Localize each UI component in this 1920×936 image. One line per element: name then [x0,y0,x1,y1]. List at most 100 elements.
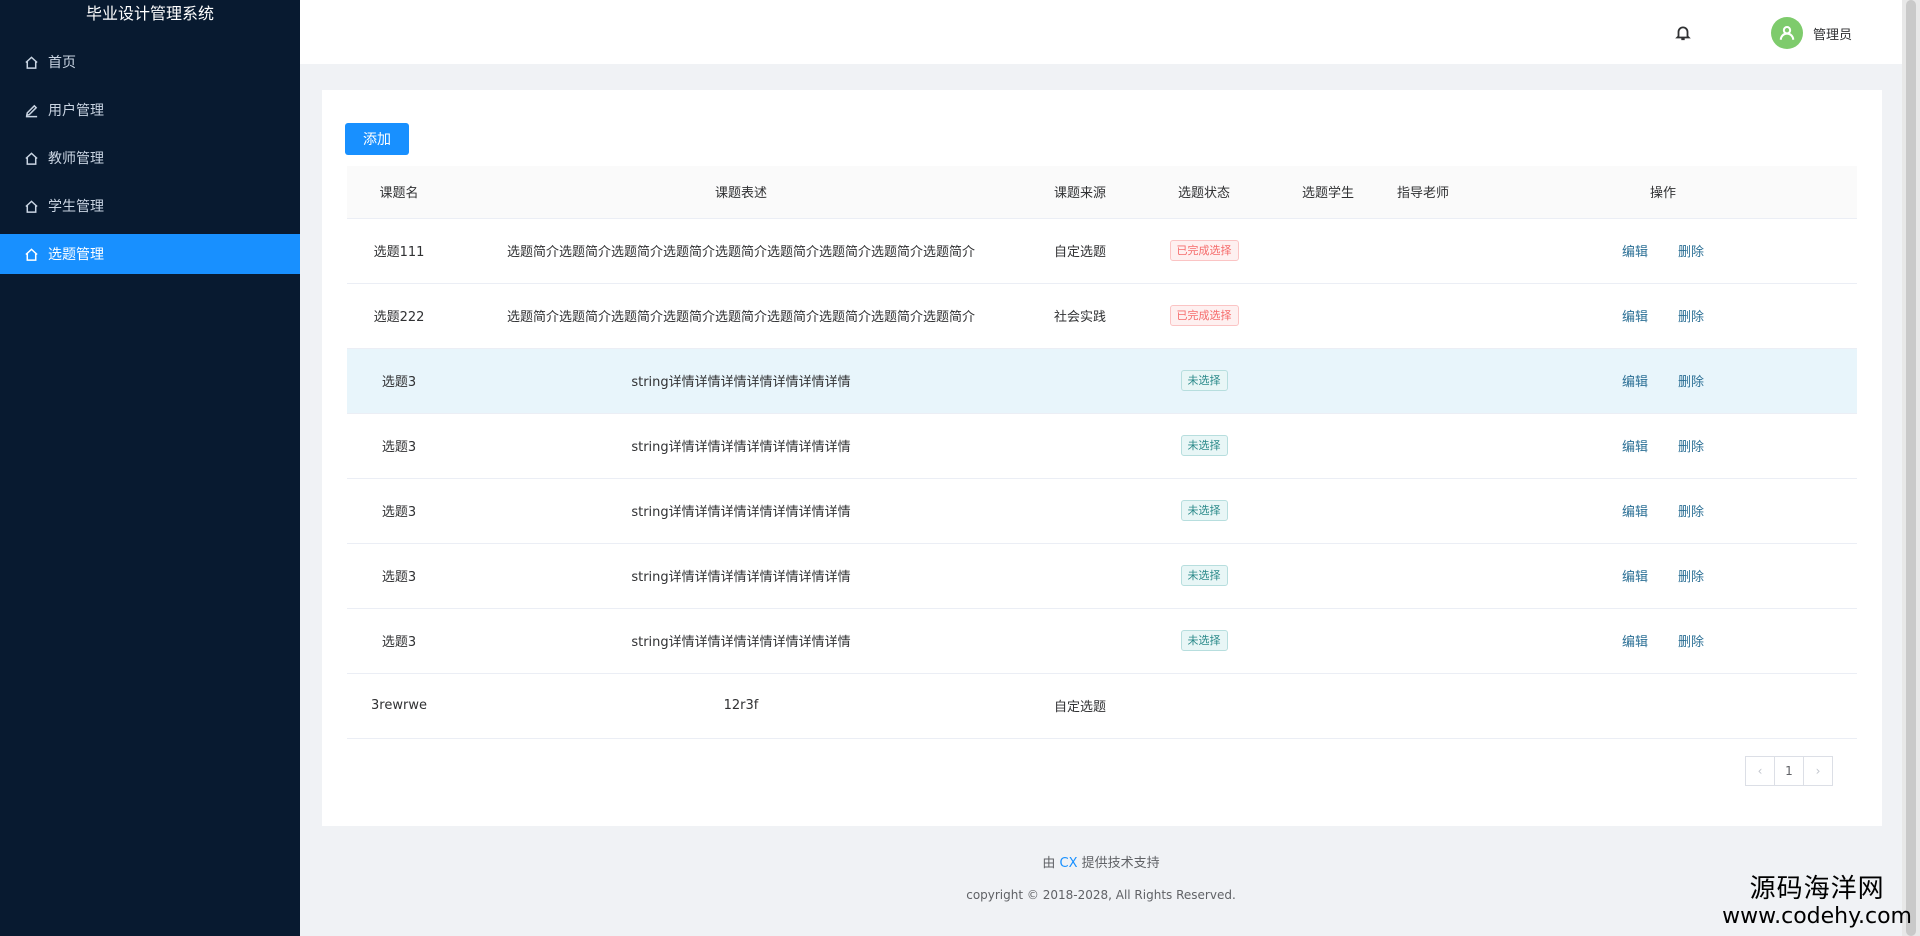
sidebar-item-topics[interactable]: 选题管理 [0,234,300,274]
prev-page-button[interactable]: ‹ [1745,756,1775,786]
cell-desc: string详情详情详情详情详情详情详情 [451,348,1031,414]
cell-student [1279,673,1377,739]
table-row[interactable]: 选题3 string详情详情详情详情详情详情详情 未选择 编辑 删除 [347,478,1857,544]
home-icon [22,245,40,263]
edit-button[interactable]: 编辑 [1622,570,1648,585]
cell-source [1031,543,1129,609]
page-scrollbar[interactable] [1902,0,1920,936]
topics-table: 课题名 课题表述 课题来源 选题状态 选题学生 指导老师 操作 选题111 选题… [347,166,1857,739]
edit-button[interactable]: 编辑 [1622,505,1648,520]
cell-actions: 编辑 删除 [1469,348,1857,414]
cell-name: 选题3 [347,543,451,609]
cell-teacher [1377,543,1469,609]
cell-status [1129,673,1279,739]
delete-button[interactable]: 删除 [1678,570,1704,585]
delete-button[interactable]: 删除 [1678,505,1704,520]
cell-student [1279,608,1377,674]
cell-teacher [1377,283,1469,349]
table-row[interactable]: 选题222 选题简介选题简介选题简介选题简介选题简介选题简介选题简介选题简介选题… [347,283,1857,349]
edit-button[interactable]: 编辑 [1622,635,1648,650]
table-row[interactable]: 选题3 string详情详情详情详情详情详情详情 未选择 编辑 删除 [347,413,1857,479]
status-badge: 未选择 [1180,630,1228,651]
edit-icon [22,101,40,119]
edit-button[interactable]: 编辑 [1622,440,1648,455]
cell-name: 选题111 [347,218,451,284]
cell-actions: 编辑 删除 [1469,543,1857,609]
sidebar-item-home[interactable]: 首页 [0,42,300,82]
cell-teacher [1377,413,1469,479]
table-row[interactable]: 选题3 string详情详情详情详情详情详情详情 未选择 编辑 删除 [347,608,1857,674]
support-suffix: 提供技术支持 [1081,856,1160,871]
cell-status: 未选择 [1129,478,1279,544]
cell-desc: string详情详情详情详情详情详情详情 [451,543,1031,609]
cell-source [1031,478,1129,544]
cell-desc: 选题简介选题简介选题简介选题简介选题简介选题简介选题简介选题简介选题简介 [451,283,1031,349]
status-badge: 已完成选择 [1169,305,1239,326]
cell-status: 未选择 [1129,543,1279,609]
cell-desc: string详情详情详情详情详情详情详情 [451,608,1031,674]
sidebar-item-label: 选题管理 [48,247,104,263]
sidebar-item-label: 首页 [48,55,76,71]
cell-name: 选题3 [347,348,451,414]
cell-teacher [1377,673,1469,739]
cell-student [1279,218,1377,284]
home-icon [22,53,40,71]
footer-support: 由 CX 提供技术支持 [300,852,1902,871]
status-badge: 未选择 [1180,565,1228,586]
delete-button[interactable]: 删除 [1678,245,1704,260]
column-header: 选题学生 [1279,166,1377,219]
scrollbar-thumb[interactable] [1906,0,1916,936]
edit-button[interactable]: 编辑 [1622,375,1648,390]
pagination: ‹ 1 › [1745,756,1833,786]
cell-source: 自定选题 [1031,218,1129,284]
support-link[interactable]: CX [1060,856,1078,871]
cell-name: 3rewrwe [347,673,451,739]
cell-name: 选题222 [347,283,451,349]
column-header: 指导老师 [1377,166,1469,219]
sidebar-item-users[interactable]: 用户管理 [0,90,300,130]
cell-teacher [1377,608,1469,674]
sidebar-item-teachers[interactable]: 教师管理 [0,138,300,178]
cell-source: 社会实践 [1031,283,1129,349]
edit-button[interactable]: 编辑 [1622,310,1648,325]
support-prefix: 由 [1042,856,1056,871]
delete-button[interactable]: 删除 [1678,310,1704,325]
cell-actions: 编辑 删除 [1469,283,1857,349]
bell-icon[interactable] [1674,24,1692,44]
page-number[interactable]: 1 [1774,756,1804,786]
status-badge: 未选择 [1180,500,1228,521]
cell-source [1031,608,1129,674]
status-badge: 未选择 [1180,435,1228,456]
cell-actions: 编辑 删除 [1469,608,1857,674]
delete-button[interactable]: 删除 [1678,440,1704,455]
edit-button[interactable]: 编辑 [1622,245,1648,260]
next-page-button[interactable]: › [1803,756,1833,786]
add-button[interactable]: 添加 [345,123,409,155]
status-badge: 已完成选择 [1169,240,1239,261]
cell-actions: 编辑 删除 [1469,478,1857,544]
cell-status: 未选择 [1129,348,1279,414]
cell-teacher [1377,218,1469,284]
avatar [1770,17,1803,49]
cell-actions: 编辑 删除 [1469,218,1857,284]
table-header-row: 课题名 课题表述 课题来源 选题状态 选题学生 指导老师 操作 [347,166,1857,219]
delete-button[interactable]: 删除 [1678,635,1704,650]
cell-status: 未选择 [1129,608,1279,674]
watermark-url: www.codehy.com [1722,904,1912,929]
cell-name: 选题3 [347,413,451,479]
user-menu[interactable]: 管理员 [1770,17,1852,49]
sidebar-item-label: 用户管理 [48,103,104,119]
table-row[interactable]: 3rewrwe 12r3f 自定选题 [347,673,1857,739]
watermark: 源码海洋网 www.codehy.com [1722,874,1912,930]
table-row[interactable]: 选题3 string详情详情详情详情详情详情详情 未选择 编辑 删除 [347,543,1857,609]
app-title: 毕业设计管理系统 [85,4,214,23]
table-row[interactable]: 选题111 选题简介选题简介选题简介选题简介选题简介选题简介选题简介选题简介选题… [347,218,1857,284]
watermark-title: 源码海洋网 [1749,874,1885,904]
sidebar-item-students[interactable]: 学生管理 [0,186,300,226]
home-icon [22,197,40,215]
delete-button[interactable]: 删除 [1678,375,1704,390]
footer-copyright: copyright © 2018-2028, All Rights Reserv… [966,888,1236,902]
sidebar-menu: 首页 用户管理 教师管理 学生管理 选题管理 [0,42,300,274]
table-row[interactable]: 选题3 string详情详情详情详情详情详情详情 未选择 编辑 删除 [347,348,1857,414]
cell-source: 自定选题 [1031,673,1129,739]
